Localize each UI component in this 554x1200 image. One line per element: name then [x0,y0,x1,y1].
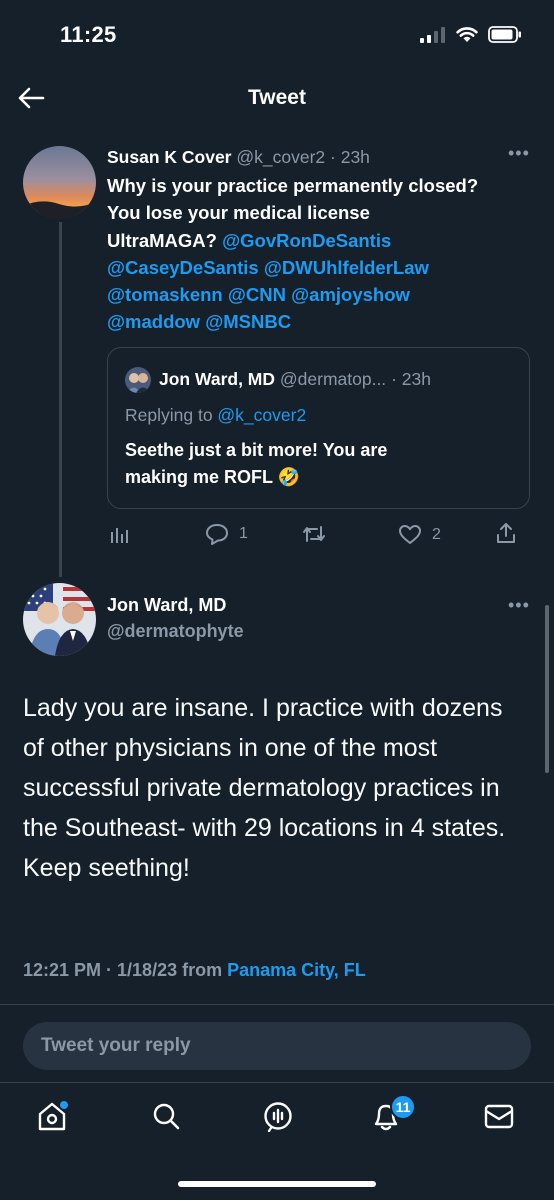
mention-link[interactable]: @MSNBC [205,311,291,332]
tweet-timestamp-line: 12:21 PM · 1/18/23 from Panama City, FL [23,960,366,981]
mention-link[interactable]: @GovRonDeSantis [222,230,391,251]
replying-to-label: Replying to [125,405,218,425]
tweet-text-segment: You lose your medical license [107,202,370,224]
retweet-icon [303,526,325,542]
quoted-author-avatar [125,367,151,393]
search-icon[interactable] [150,1100,182,1132]
notification-count-badge: 11 [390,1094,416,1120]
analytics-icon [111,528,128,543]
mention-link[interactable]: @CaseyDeSantis [107,257,259,278]
thread-connector-line [59,222,62,577]
parent-tweet-text: Why is your practice permanently closed?… [107,172,537,336]
quoted-tweet-text: Seethe just a bit more! You are making m… [125,437,515,491]
home-icon[interactable] [36,1100,68,1132]
share-button[interactable] [495,522,517,544]
mention-link[interactable]: @maddow [107,311,200,332]
status-bar-time: 11:25 [60,22,117,47]
parent-author-name[interactable]: Susan K Cover [107,147,231,167]
heart-icon [399,525,421,544]
separator-dot: · [330,147,336,167]
mention-link[interactable]: @tomaskenn [107,284,223,305]
like-count: 2 [432,525,441,543]
analytics-button[interactable] [110,524,130,544]
parent-text-line: UltraMAGA? @GovRonDeSantis [107,227,537,254]
retweet-button[interactable] [302,524,326,544]
battery-icon [488,26,521,43]
spaces-icon[interactable] [262,1100,294,1132]
parent-more-options-icon[interactable]: ••• [508,143,530,164]
parent-text-line: @tomaskenn @CNN @amjoyshow [107,281,537,308]
main-author-name[interactable]: Jon Ward, MD [107,595,226,616]
tweet-text-segment: UltraMAGA? [107,229,223,251]
cellular-signal-icon [420,26,445,43]
quoted-text-line-2: making me ROFL 🤣 [125,467,301,487]
mention-link[interactable]: @DWUhlfelderLaw [264,257,429,278]
parent-author-handle[interactable]: @k_cover2 [236,147,325,167]
quoted-author-handle: @dermatop... [279,369,387,389]
reply-placeholder: Tweet your reply [41,1035,191,1056]
reply-divider [0,1004,554,1005]
mention-link[interactable]: @amjoyshow [291,284,410,305]
main-more-options-icon[interactable]: ••• [508,595,530,616]
replying-to-handle[interactable]: @k_cover2 [217,405,306,425]
parent-tweet-time: 23h [340,147,370,167]
parent-tweet-header: Susan K Cover @k_cover2 · 23h [107,146,370,168]
messages-icon[interactable] [483,1100,515,1132]
wifi-icon [456,26,478,42]
parent-text-line: Why is your practice permanently closed? [107,172,537,199]
parent-author-avatar[interactable] [23,146,96,219]
main-tweet-text: Lady you are insane. I practice with doz… [23,694,506,882]
scrollbar-thumb[interactable] [545,605,549,773]
reply-button[interactable]: 1 [205,523,248,545]
quoted-text-line-1: Seethe just a bit more! You are [125,440,388,460]
main-author-handle[interactable]: @dermatophyte [107,621,244,642]
parent-text-line: @maddow @MSNBC [107,308,537,335]
page-title: Tweet [248,86,306,109]
quoted-tweet-time: · 23h [391,369,431,389]
mention-link[interactable]: @CNN [228,284,286,305]
parent-text-line: @CaseyDeSantis @DWUhlfelderLaw [107,254,537,281]
status-bar-icons [420,26,522,43]
main-author-avatar[interactable] [23,583,96,656]
quoted-author-name: Jon Ward, MD [159,369,276,389]
tweet-location-link[interactable]: Panama City, FL [227,960,366,980]
like-button[interactable]: 2 [398,524,441,545]
parent-text-line: You lose your medical license [107,199,537,226]
home-indicator[interactable] [178,1181,376,1187]
quoted-tweet-header: Jon Ward, MD @dermatop... · 23h [159,369,431,390]
replying-to-line: Replying to @k_cover2 [125,405,306,426]
nav-divider [0,1082,554,1083]
tweet-timestamp: 12:21 PM · 1/18/23 from [23,960,228,980]
tweet-text-segment: Why is your practice permanently closed? [107,175,479,196]
share-icon [497,523,515,543]
reply-count: 1 [239,525,248,542]
reply-icon [206,524,228,545]
tweet-reply-input[interactable]: Tweet your reply [23,1022,531,1070]
